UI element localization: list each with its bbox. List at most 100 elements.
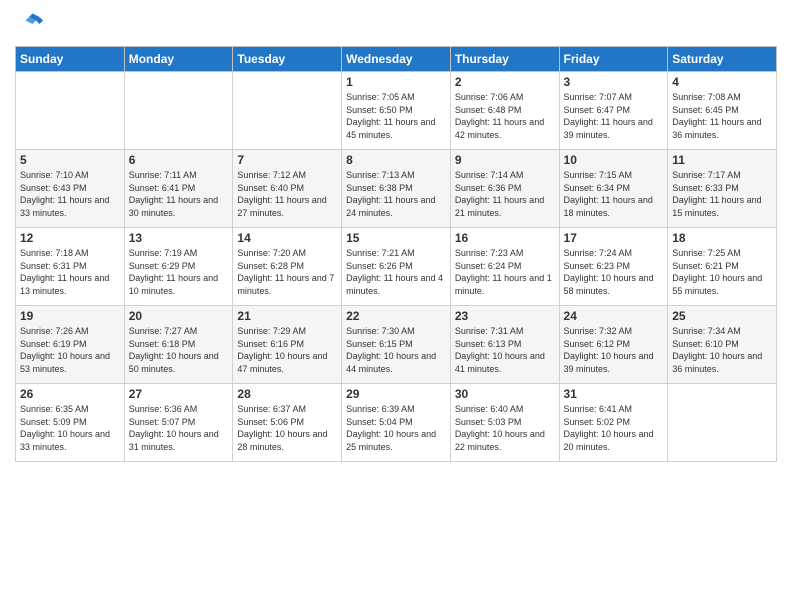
calendar-cell: 16Sunrise: 7:23 AM Sunset: 6:24 PM Dayli… <box>450 228 559 306</box>
week-row-1: 1 Sunrise: 7:05 AM Sunset: 6:50 PM Daylig… <box>16 72 777 150</box>
calendar-cell: 10 Sunrise: 7:15 AM Sunset: 6:34 PM Dayli… <box>559 150 668 228</box>
calendar-cell: 28 Sunrise: 6:37 AM Sunset: 5:06 PM Dayli… <box>233 384 342 462</box>
day-info: Sunrise: 7:07 AM Sunset: 6:47 PM Dayligh… <box>564 91 664 141</box>
day-number: 5 <box>20 153 120 167</box>
weekday-friday: Friday <box>559 47 668 72</box>
calendar-cell: 31Sunrise: 6:41 AM Sunset: 5:02 PM Dayli… <box>559 384 668 462</box>
day-number: 1 <box>346 75 446 89</box>
calendar-cell: 12 Sunrise: 7:18 AM Sunset: 6:31 PM Dayli… <box>16 228 125 306</box>
calendar-cell: 21Sunrise: 7:29 AM Sunset: 6:16 PM Dayli… <box>233 306 342 384</box>
day-number: 2 <box>455 75 555 89</box>
day-number: 17 <box>564 231 664 245</box>
day-info: Sunrise: 7:24 AM Sunset: 6:23 PM Dayligh… <box>564 247 664 297</box>
weekday-tuesday: Tuesday <box>233 47 342 72</box>
day-info: Sunrise: 7:15 AM Sunset: 6:34 PM Dayligh… <box>564 169 664 219</box>
calendar-cell: 24Sunrise: 7:32 AM Sunset: 6:12 PM Dayli… <box>559 306 668 384</box>
day-info: Sunrise: 6:40 AM Sunset: 5:03 PM Dayligh… <box>455 403 555 453</box>
calendar-cell: 17 Sunrise: 7:24 AM Sunset: 6:23 PM Dayli… <box>559 228 668 306</box>
day-info: Sunrise: 6:39 AM Sunset: 5:04 PM Dayligh… <box>346 403 446 453</box>
logo <box>15 10 47 38</box>
day-number: 11 <box>672 153 772 167</box>
day-number: 29 <box>346 387 446 401</box>
calendar-cell: 3 Sunrise: 7:07 AM Sunset: 6:47 PM Daylig… <box>559 72 668 150</box>
day-info: Sunrise: 7:12 AM Sunset: 6:40 PM Dayligh… <box>237 169 337 219</box>
day-number: 12 <box>20 231 120 245</box>
calendar-cell: 11 Sunrise: 7:17 AM Sunset: 6:33 PM Dayli… <box>668 150 777 228</box>
calendar-cell: 26 Sunrise: 6:35 AM Sunset: 5:09 PM Dayli… <box>16 384 125 462</box>
weekday-monday: Monday <box>124 47 233 72</box>
week-row-2: 5 Sunrise: 7:10 AM Sunset: 6:43 PM Daylig… <box>16 150 777 228</box>
calendar-cell: 25 Sunrise: 7:34 AM Sunset: 6:10 PM Dayli… <box>668 306 777 384</box>
day-info: Sunrise: 7:20 AM Sunset: 6:28 PM Dayligh… <box>237 247 337 297</box>
calendar-cell: 27 Sunrise: 6:36 AM Sunset: 5:07 PM Dayli… <box>124 384 233 462</box>
week-row-5: 26 Sunrise: 6:35 AM Sunset: 5:09 PM Dayli… <box>16 384 777 462</box>
week-row-3: 12 Sunrise: 7:18 AM Sunset: 6:31 PM Dayli… <box>16 228 777 306</box>
day-number: 13 <box>129 231 229 245</box>
day-number: 25 <box>672 309 772 323</box>
weekday-thursday: Thursday <box>450 47 559 72</box>
day-info: Sunrise: 7:13 AM Sunset: 6:38 PM Dayligh… <box>346 169 446 219</box>
day-info: Sunrise: 7:25 AM Sunset: 6:21 PM Dayligh… <box>672 247 772 297</box>
day-info: Sunrise: 6:37 AM Sunset: 5:06 PM Dayligh… <box>237 403 337 453</box>
weekday-header-row: SundayMondayTuesdayWednesdayThursdayFrid… <box>16 47 777 72</box>
day-number: 14 <box>237 231 337 245</box>
day-number: 27 <box>129 387 229 401</box>
day-info: Sunrise: 6:41 AM Sunset: 5:02 PM Dayligh… <box>564 403 664 453</box>
logo-icon <box>15 10 43 38</box>
calendar-cell <box>668 384 777 462</box>
day-number: 24 <box>564 309 664 323</box>
calendar-cell: 30 Sunrise: 6:40 AM Sunset: 5:03 PM Dayli… <box>450 384 559 462</box>
day-info: Sunrise: 7:19 AM Sunset: 6:29 PM Dayligh… <box>129 247 229 297</box>
day-number: 19 <box>20 309 120 323</box>
day-number: 3 <box>564 75 664 89</box>
day-number: 28 <box>237 387 337 401</box>
day-info: Sunrise: 7:06 AM Sunset: 6:48 PM Dayligh… <box>455 91 555 141</box>
calendar-cell <box>233 72 342 150</box>
day-info: Sunrise: 7:34 AM Sunset: 6:10 PM Dayligh… <box>672 325 772 375</box>
day-info: Sunrise: 7:18 AM Sunset: 6:31 PM Dayligh… <box>20 247 120 297</box>
day-info: Sunrise: 7:14 AM Sunset: 6:36 PM Dayligh… <box>455 169 555 219</box>
day-number: 16 <box>455 231 555 245</box>
day-info: Sunrise: 7:27 AM Sunset: 6:18 PM Dayligh… <box>129 325 229 375</box>
calendar-cell: 15Sunrise: 7:21 AM Sunset: 6:26 PM Dayli… <box>342 228 451 306</box>
day-number: 23 <box>455 309 555 323</box>
weekday-saturday: Saturday <box>668 47 777 72</box>
calendar-cell: 23Sunrise: 7:31 AM Sunset: 6:13 PM Dayli… <box>450 306 559 384</box>
week-row-4: 19Sunrise: 7:26 AM Sunset: 6:19 PM Dayli… <box>16 306 777 384</box>
calendar-cell: 13 Sunrise: 7:19 AM Sunset: 6:29 PM Dayli… <box>124 228 233 306</box>
calendar-cell: 6Sunrise: 7:11 AM Sunset: 6:41 PM Daylig… <box>124 150 233 228</box>
calendar-cell: 1 Sunrise: 7:05 AM Sunset: 6:50 PM Daylig… <box>342 72 451 150</box>
calendar-cell: 5 Sunrise: 7:10 AM Sunset: 6:43 PM Daylig… <box>16 150 125 228</box>
calendar-cell: 29 Sunrise: 6:39 AM Sunset: 5:04 PM Dayli… <box>342 384 451 462</box>
calendar-cell: 22 Sunrise: 7:30 AM Sunset: 6:15 PM Dayli… <box>342 306 451 384</box>
day-number: 8 <box>346 153 446 167</box>
page: SundayMondayTuesdayWednesdayThursdayFrid… <box>0 0 792 612</box>
day-number: 9 <box>455 153 555 167</box>
calendar-cell <box>16 72 125 150</box>
day-number: 10 <box>564 153 664 167</box>
day-info: Sunrise: 7:17 AM Sunset: 6:33 PM Dayligh… <box>672 169 772 219</box>
calendar-cell: 2 Sunrise: 7:06 AM Sunset: 6:48 PM Daylig… <box>450 72 559 150</box>
calendar-cell: 19Sunrise: 7:26 AM Sunset: 6:19 PM Dayli… <box>16 306 125 384</box>
calendar-cell: 8 Sunrise: 7:13 AM Sunset: 6:38 PM Daylig… <box>342 150 451 228</box>
calendar-cell <box>124 72 233 150</box>
day-info: Sunrise: 7:30 AM Sunset: 6:15 PM Dayligh… <box>346 325 446 375</box>
day-info: Sunrise: 7:08 AM Sunset: 6:45 PM Dayligh… <box>672 91 772 141</box>
day-info: Sunrise: 6:35 AM Sunset: 5:09 PM Dayligh… <box>20 403 120 453</box>
calendar-cell: 14 Sunrise: 7:20 AM Sunset: 6:28 PM Dayli… <box>233 228 342 306</box>
day-info: Sunrise: 6:36 AM Sunset: 5:07 PM Dayligh… <box>129 403 229 453</box>
weekday-wednesday: Wednesday <box>342 47 451 72</box>
day-number: 6 <box>129 153 229 167</box>
day-number: 7 <box>237 153 337 167</box>
calendar-cell: 9 Sunrise: 7:14 AM Sunset: 6:36 PM Daylig… <box>450 150 559 228</box>
day-number: 4 <box>672 75 772 89</box>
day-number: 30 <box>455 387 555 401</box>
day-number: 22 <box>346 309 446 323</box>
calendar-cell: 4 Sunrise: 7:08 AM Sunset: 6:45 PM Daylig… <box>668 72 777 150</box>
day-number: 20 <box>129 309 229 323</box>
day-info: Sunrise: 7:05 AM Sunset: 6:50 PM Dayligh… <box>346 91 446 141</box>
day-info: Sunrise: 7:10 AM Sunset: 6:43 PM Dayligh… <box>20 169 120 219</box>
calendar-table: SundayMondayTuesdayWednesdayThursdayFrid… <box>15 46 777 462</box>
day-number: 26 <box>20 387 120 401</box>
day-info: Sunrise: 7:21 AM Sunset: 6:26 PM Dayligh… <box>346 247 446 297</box>
